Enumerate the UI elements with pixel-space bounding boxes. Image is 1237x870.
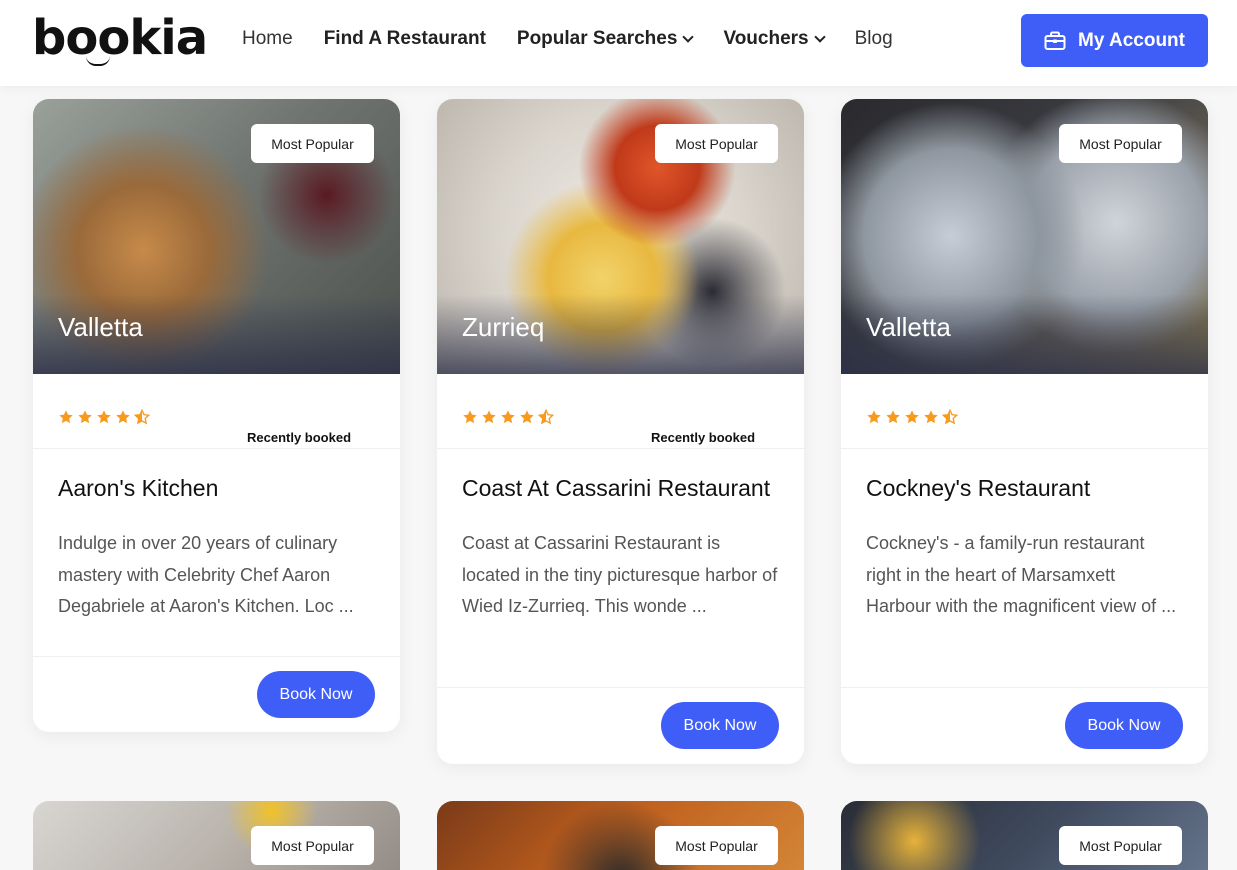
restaurant-card[interactable]: Most Popular Valletta Cockney's Restaura… bbox=[841, 99, 1208, 764]
briefcase-icon bbox=[1044, 31, 1066, 50]
restaurant-name[interactable]: Coast At Cassarini Restaurant bbox=[462, 476, 779, 501]
star-icon bbox=[501, 410, 515, 424]
restaurant-card[interactable]: Most Popular Zurrieq Recently booked Coa… bbox=[437, 99, 804, 764]
main-nav: Home Find A Restaurant Popular Searches … bbox=[242, 28, 924, 50]
book-now-button[interactable]: Book Now bbox=[661, 702, 779, 749]
star-icon bbox=[886, 410, 900, 424]
restaurant-card[interactable]: Most Popular bbox=[841, 801, 1208, 870]
half-star-icon bbox=[134, 409, 150, 425]
restaurant-description: Coast at Cassarini Restaurant is located… bbox=[462, 533, 778, 616]
book-now-button[interactable]: Book Now bbox=[257, 671, 375, 718]
card-body: Coast At Cassarini Restaurant Coast at C… bbox=[437, 449, 804, 623]
recently-booked-label: Recently booked bbox=[247, 430, 352, 445]
chevron-down-icon bbox=[813, 30, 826, 43]
restaurant-photo[interactable]: Most Popular Zurrieq bbox=[437, 99, 804, 374]
restaurant-description: Cockney's - a family-run restaurant righ… bbox=[866, 533, 1177, 616]
most-popular-badge: Most Popular bbox=[655, 124, 778, 163]
recently-booked-label: Recently booked bbox=[651, 430, 756, 445]
half-star-icon bbox=[942, 409, 958, 425]
star-icon bbox=[97, 410, 111, 424]
star-icon bbox=[924, 410, 938, 424]
rating-row: Recently booked bbox=[437, 374, 804, 449]
restaurant-name[interactable]: Aaron's Kitchen bbox=[58, 476, 375, 501]
nav-home[interactable]: Home bbox=[242, 28, 293, 50]
rating-row bbox=[841, 374, 1208, 449]
rating-row: Recently booked bbox=[33, 374, 400, 449]
star-icon bbox=[463, 410, 477, 424]
most-popular-badge: Most Popular bbox=[251, 826, 374, 865]
star-icon bbox=[116, 410, 130, 424]
most-popular-badge: Most Popular bbox=[655, 826, 778, 865]
star-rating bbox=[462, 409, 557, 425]
card-body: Aaron's Kitchen Indulge in over 20 years… bbox=[33, 449, 400, 623]
restaurant-photo[interactable]: Most Popular Valletta bbox=[33, 99, 400, 374]
restaurant-photo[interactable]: Most Popular Valletta bbox=[841, 99, 1208, 374]
most-popular-badge: Most Popular bbox=[251, 124, 374, 163]
city-label: Valletta bbox=[58, 312, 143, 342]
star-icon bbox=[482, 410, 496, 424]
most-popular-badge: Most Popular bbox=[1059, 124, 1182, 163]
my-account-button[interactable]: My Account bbox=[1021, 14, 1208, 67]
card-footer: Book Now bbox=[437, 687, 804, 764]
star-icon bbox=[520, 410, 534, 424]
nav-vouchers-label: Vouchers bbox=[723, 28, 809, 49]
nav-home-label: Home bbox=[242, 28, 293, 49]
nav-popular-searches-label: Popular Searches bbox=[516, 28, 678, 49]
half-star-icon bbox=[538, 409, 554, 425]
restaurant-name[interactable]: Cockney's Restaurant bbox=[866, 476, 1183, 501]
city-label: Zurrieq bbox=[462, 312, 545, 342]
nav-popular-searches[interactable]: Popular Searches bbox=[516, 28, 695, 50]
star-icon bbox=[867, 410, 881, 424]
nav-blog[interactable]: Blog bbox=[855, 28, 893, 50]
restaurant-card[interactable]: Most Popular Valletta Recently booked Aa… bbox=[33, 99, 400, 732]
card-footer: Book Now bbox=[841, 687, 1208, 764]
star-icon bbox=[59, 410, 73, 424]
card-body: Cockney's Restaurant Cockney's - a famil… bbox=[841, 449, 1208, 623]
nav-blog-label: Blog bbox=[854, 28, 893, 49]
nav-find-restaurant-label: Find A Restaurant bbox=[323, 28, 486, 49]
chevron-down-icon bbox=[682, 30, 695, 43]
card-footer: Book Now bbox=[33, 656, 400, 732]
book-now-button[interactable]: Book Now bbox=[1065, 702, 1183, 749]
my-account-label: My Account bbox=[1078, 29, 1185, 51]
city-label: Valletta bbox=[866, 312, 951, 342]
star-rating bbox=[58, 409, 153, 425]
star-icon bbox=[78, 410, 92, 424]
restaurant-description: Indulge in over 20 years of culinary mas… bbox=[58, 533, 354, 616]
restaurant-card[interactable]: Most Popular bbox=[437, 801, 804, 870]
star-rating bbox=[866, 409, 961, 425]
bookia-logo[interactable]: bookia bbox=[32, 12, 208, 64]
top-header: bookia Home Find A Restaurant Popular Se… bbox=[0, 0, 1237, 86]
most-popular-badge: Most Popular bbox=[1059, 826, 1182, 865]
star-icon bbox=[905, 410, 919, 424]
restaurant-card[interactable]: Most Popular bbox=[33, 801, 400, 870]
nav-find-restaurant[interactable]: Find A Restaurant bbox=[324, 28, 486, 50]
nav-vouchers[interactable]: Vouchers bbox=[723, 28, 826, 50]
